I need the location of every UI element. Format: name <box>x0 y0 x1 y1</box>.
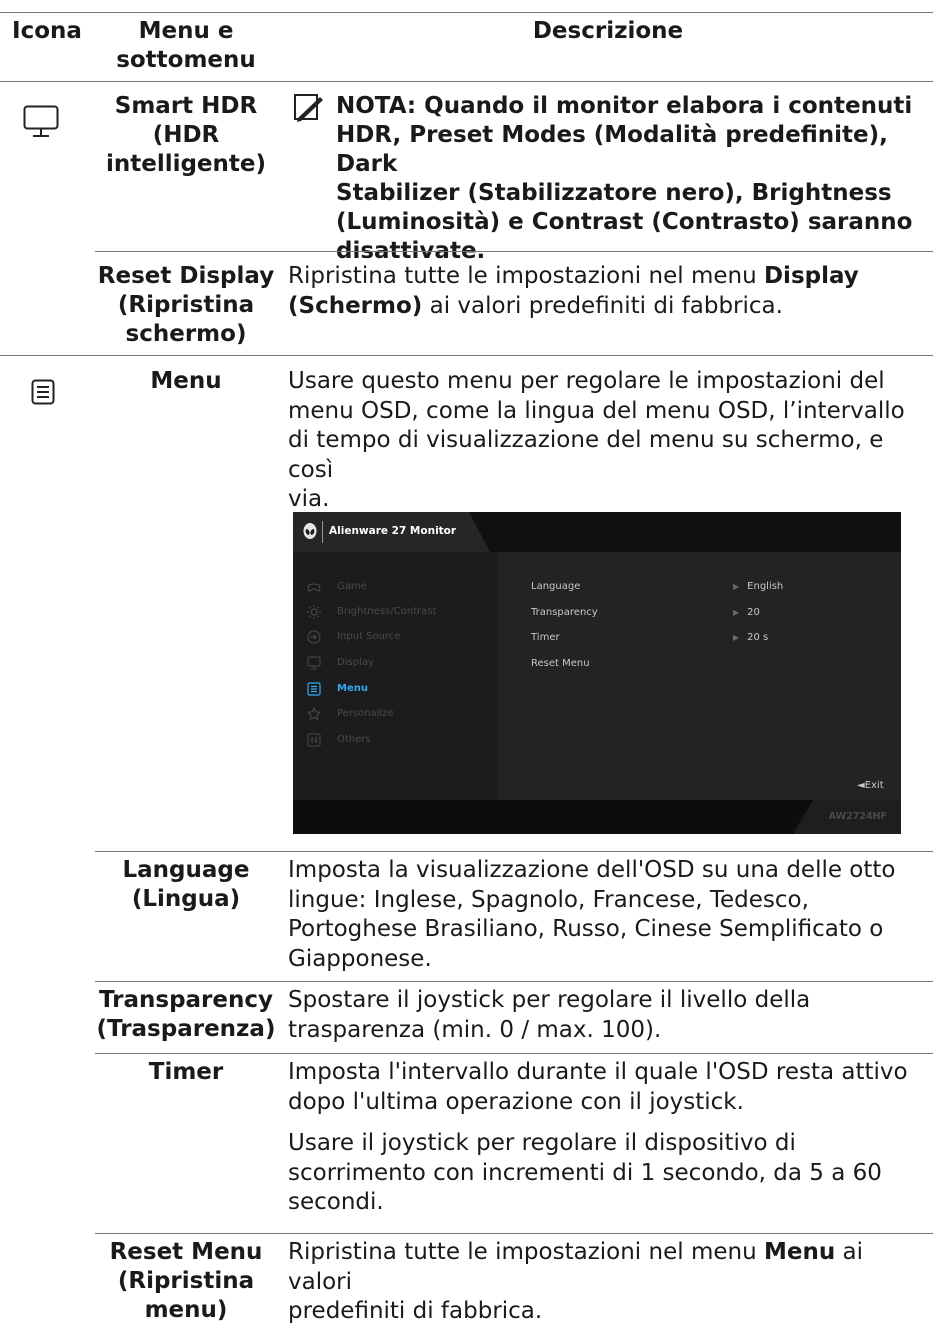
language-description: Imposta la visualizzazione dell'OSD su u… <box>288 857 896 972</box>
alien-logo-icon <box>303 523 317 539</box>
header-description: Descrizione <box>532 18 684 44</box>
arrow-right-icon: ▶ <box>733 582 740 591</box>
monitor-icon <box>23 105 59 137</box>
language-label: Language (Lingua) <box>122 857 250 912</box>
osd-exit-button[interactable]: ◄Exit <box>857 780 884 791</box>
pencil-note-icon <box>294 94 323 122</box>
transparency-label: Transparency (Trasparenza) <box>96 987 276 1042</box>
osd-bottom-bar: AW2724HF <box>293 800 901 834</box>
osd-option-timer[interactable]: Timer <box>531 632 560 643</box>
osd-value-language: ▶ English <box>733 581 784 592</box>
input-source-icon <box>307 630 321 644</box>
osd-model-label: AW2724HF <box>828 811 887 822</box>
reset-menu-description: Ripristina tutte le impostazioni nel men… <box>288 1239 864 1324</box>
header-menu: Menu e sottomenu <box>95 17 277 75</box>
header-menu-line2: sottomenu <box>116 47 256 73</box>
osd-option-transparency[interactable]: Transparency <box>531 607 598 618</box>
arrow-right-icon: ▶ <box>733 608 740 617</box>
top-rule <box>0 12 933 13</box>
osd-value-timer: ▶ 20 s <box>733 632 769 643</box>
row-rule <box>95 851 933 852</box>
osd-screenshot: Alienware 27 Monitor Game Brightness/Con… <box>293 512 901 834</box>
timer-description: Imposta l'intervallo durante il quale l'… <box>288 1059 908 1215</box>
osd-menu-panel <box>293 552 497 800</box>
menu-description: Usare questo menu per regolare le impost… <box>288 368 905 512</box>
osd-title-separator <box>322 521 323 543</box>
transparency-description: Spostare il joystick per regolare il liv… <box>288 987 811 1043</box>
reset-display-label: Reset Display (Ripristina schermo) <box>97 263 275 347</box>
osd-option-reset-menu[interactable]: Reset Menu <box>531 658 590 669</box>
osd-option-language[interactable]: Language <box>531 581 580 592</box>
menu-list-icon <box>31 379 55 405</box>
row-rule <box>95 981 933 982</box>
timer-label: Timer <box>148 1059 224 1085</box>
brightness-icon <box>307 605 321 619</box>
menu-icon <box>307 682 321 696</box>
row-rule <box>95 1233 933 1234</box>
smart-hdr-label: Smart HDR (HDR intelligente) <box>105 93 267 177</box>
gamepad-icon <box>307 583 321 592</box>
row-rule <box>95 251 933 252</box>
others-icon <box>307 733 321 747</box>
header-icon: Icona <box>12 18 82 44</box>
header-menu-line1: Menu e <box>138 18 234 44</box>
menu-label: Menu <box>150 368 222 394</box>
section-rule <box>0 355 933 356</box>
header-rule <box>0 81 933 82</box>
reset-display-description: Ripristina tutte le impostazioni nel men… <box>288 263 859 319</box>
osd-title: Alienware 27 Monitor <box>329 525 457 537</box>
note-text: NOTA: Quando il monitor elabora i conten… <box>336 93 913 264</box>
row-rule <box>95 1053 933 1054</box>
star-icon <box>307 707 321 721</box>
osd-value-transparency: ▶ 20 <box>733 607 760 618</box>
arrow-right-icon: ▶ <box>733 633 740 642</box>
reset-menu-label: Reset Menu (Ripristina menu) <box>109 1239 263 1323</box>
display-icon <box>307 656 321 670</box>
